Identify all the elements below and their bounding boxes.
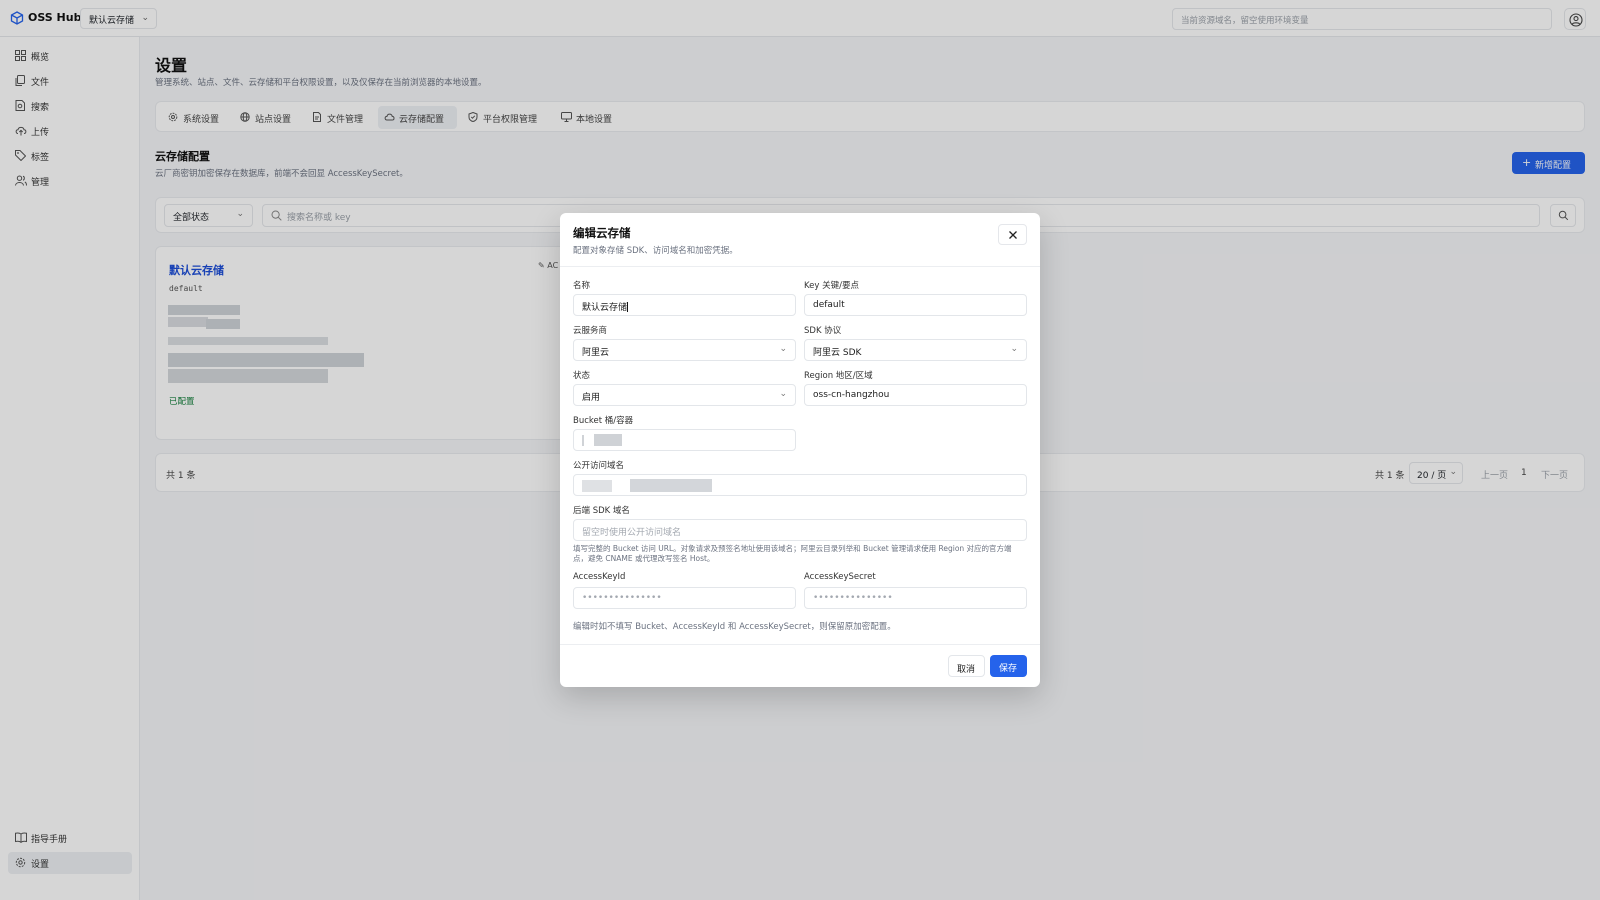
sdk-value: 阿里云 SDK bbox=[813, 348, 862, 358]
sdk-domain-label: 后端 SDK 域名 bbox=[573, 506, 630, 516]
sdk-select[interactable]: 阿里云 SDK ⌄ bbox=[804, 339, 1027, 361]
chevron-down-icon: ⌄ bbox=[1010, 344, 1018, 354]
close-button[interactable] bbox=[998, 224, 1027, 245]
dialog-subtitle: 配置对象存储 SDK、访问域名和加密凭据。 bbox=[573, 246, 738, 256]
access-key-id-input[interactable]: ••••••••••••••• bbox=[573, 587, 796, 609]
status-value: 启用 bbox=[582, 393, 601, 403]
provider-value: 阿里云 bbox=[582, 348, 610, 358]
name-input[interactable]: 默认云存储 bbox=[573, 294, 796, 316]
access-key-id-label: AccessKeyId bbox=[573, 572, 626, 582]
region-input[interactable]: oss-cn-hangzhou bbox=[804, 384, 1027, 406]
name-label: 名称 bbox=[573, 281, 591, 291]
dialog-title: 编辑云存储 bbox=[573, 226, 631, 240]
access-key-secret-label: AccessKeySecret bbox=[804, 572, 876, 582]
name-value: 默认云存储 bbox=[582, 303, 628, 313]
provider-label: 云服务商 bbox=[573, 326, 608, 336]
chevron-down-icon: ⌄ bbox=[779, 389, 787, 399]
sdk-domain-input[interactable]: 留空时使用公开访问域名 bbox=[573, 519, 1027, 541]
text-caret bbox=[627, 302, 629, 312]
redacted-value bbox=[582, 480, 612, 492]
divider bbox=[560, 644, 1040, 645]
redacted-value bbox=[630, 479, 712, 492]
save-button[interactable]: 保存 bbox=[990, 655, 1027, 677]
public-domain-label: 公开访问域名 bbox=[573, 461, 625, 471]
public-domain-input[interactable] bbox=[573, 474, 1027, 496]
edit-storage-dialog: 编辑云存储 配置对象存储 SDK、访问域名和加密凭据。 名称 默认云存储 Key… bbox=[560, 213, 1040, 687]
cancel-button[interactable]: 取消 bbox=[948, 655, 985, 677]
status-select[interactable]: 启用 ⌄ bbox=[573, 384, 796, 406]
bucket-label: Bucket 桶/容器 bbox=[573, 416, 634, 426]
credentials-note: 编辑时如不填写 Bucket、AccessKeyId 和 AccessKeySe… bbox=[573, 622, 896, 632]
redacted-value bbox=[594, 434, 622, 446]
key-label: Key 关键/要点 bbox=[804, 281, 859, 291]
access-key-secret-input[interactable]: ••••••••••••••• bbox=[804, 587, 1027, 609]
sdk-domain-hint: 填写完整的 Bucket 访问 URL。对象请求及预签名地址使用该域名；阿里云目… bbox=[573, 544, 1012, 563]
close-icon bbox=[1009, 231, 1017, 239]
bucket-input[interactable] bbox=[573, 429, 796, 451]
redacted-value bbox=[582, 435, 584, 446]
region-label: Region 地区/区域 bbox=[804, 371, 873, 381]
sdk-label: SDK 协议 bbox=[804, 326, 842, 336]
status-label: 状态 bbox=[573, 371, 591, 381]
key-input[interactable]: default bbox=[804, 294, 1027, 316]
divider bbox=[560, 266, 1040, 267]
provider-select[interactable]: 阿里云 ⌄ bbox=[573, 339, 796, 361]
chevron-down-icon: ⌄ bbox=[779, 344, 787, 354]
